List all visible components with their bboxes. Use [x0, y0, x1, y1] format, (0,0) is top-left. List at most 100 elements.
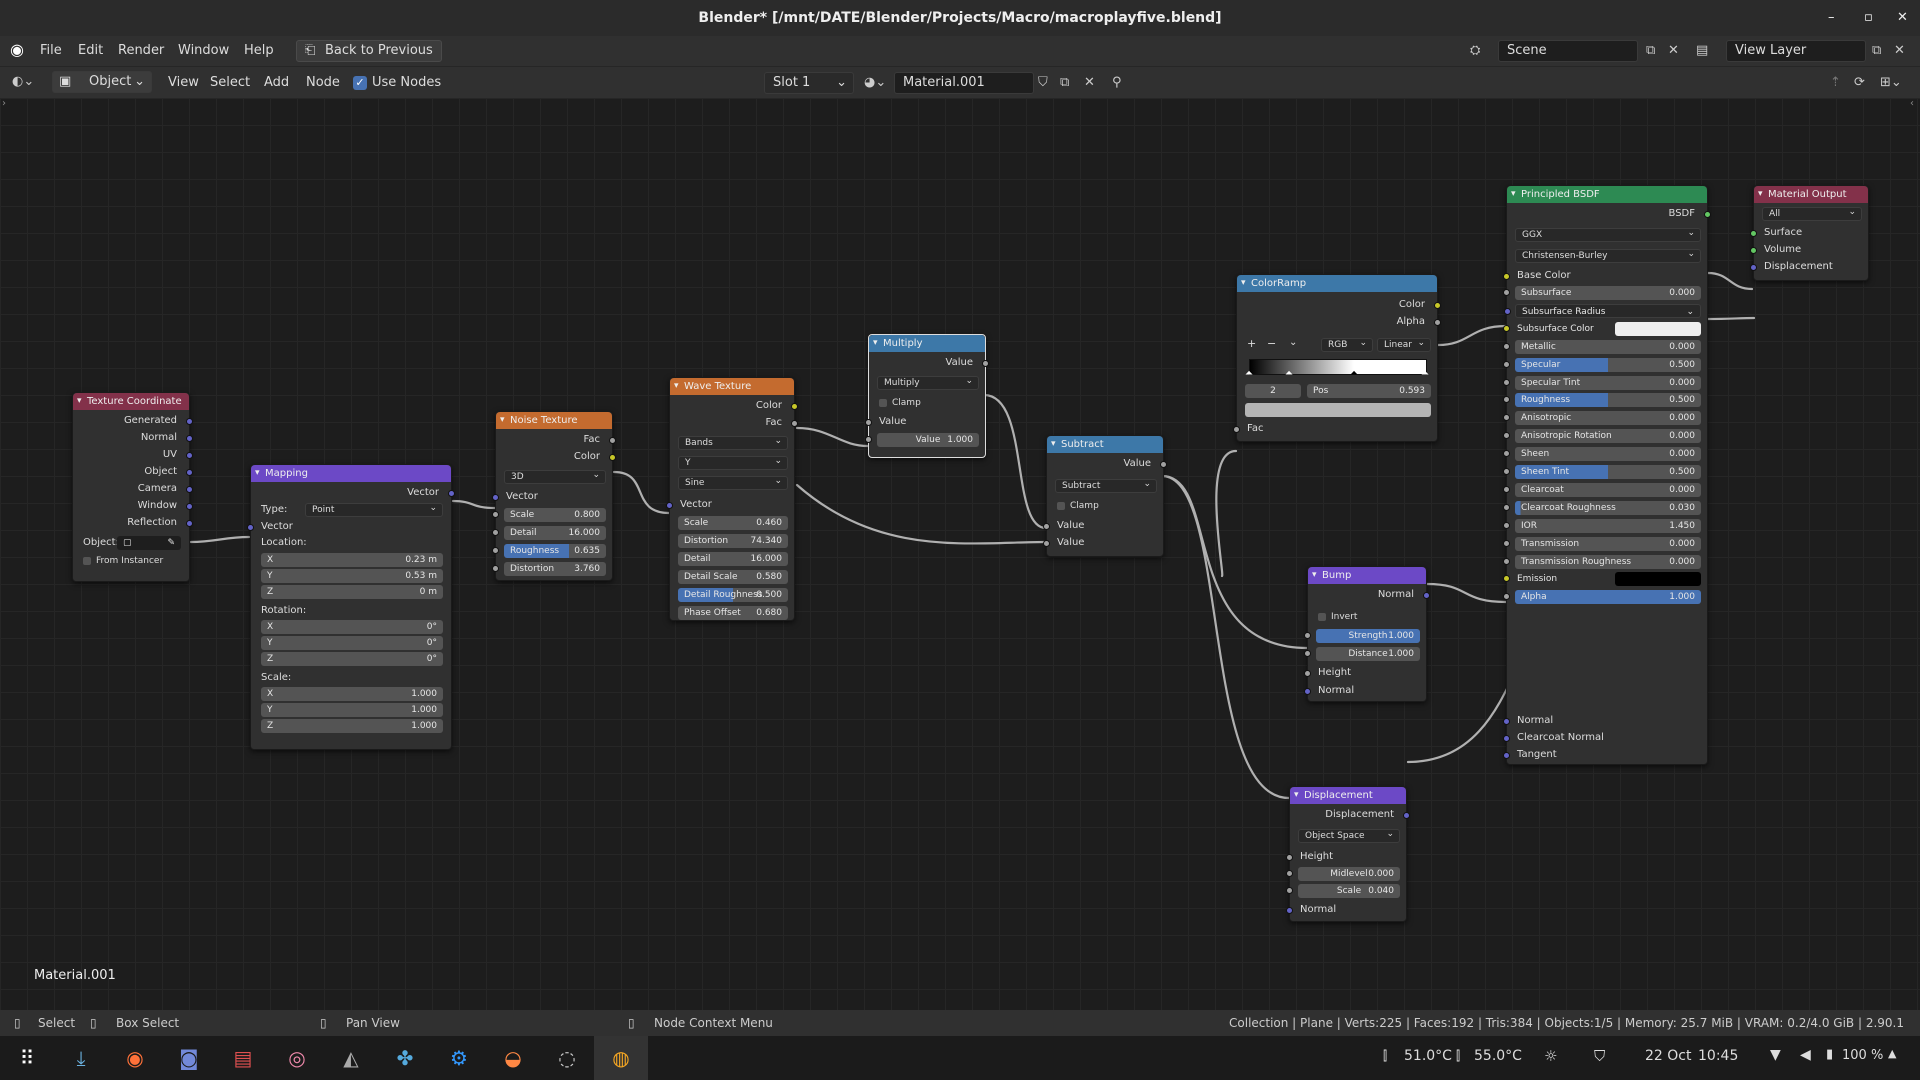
principled-bsdf-node[interactable]: Principled BSDF BSDF GGX Christensen-Bur… [1503, 185, 1711, 765]
socket[interactable] [791, 403, 798, 410]
menu-file[interactable]: File [32, 36, 70, 66]
bsdf-input-subsurface-radius[interactable]: Subsurface Radius ⌄ [1504, 303, 1701, 318]
socket[interactable] [1304, 650, 1311, 657]
wave-type-dropdown[interactable]: Bands [678, 435, 788, 450]
multiply-value-field[interactable]: Value 1.000 [865, 433, 979, 447]
gimp-icon[interactable]: ◭ [324, 1036, 378, 1080]
bsdf-input-roughness[interactable]: Roughness 0.500 [1503, 393, 1701, 408]
noise-dimensions-dropdown[interactable]: 3D [504, 469, 606, 484]
maximize-icon[interactable]: ▫ [1864, 0, 1873, 36]
view-layer-icon[interactable]: ▤ [1696, 40, 1708, 62]
socket[interactable] [1503, 273, 1510, 280]
tray-expand-icon[interactable]: ▲ [1888, 1047, 1896, 1060]
from-instancer-checkbox[interactable]: From Instancer [83, 555, 163, 567]
bsdf-input-subsurface[interactable]: Subsurface 0.000 [1503, 286, 1701, 300]
noise-distortion-field[interactable]: Distortion 3.760 [492, 562, 606, 576]
rotation-z-field[interactable]: Z 0° [261, 652, 443, 666]
socket[interactable] [791, 420, 798, 427]
material-browse-icon[interactable]: ◕⌄ [864, 72, 886, 94]
socket[interactable] [666, 502, 673, 509]
wave-texture-node[interactable]: Wave Texture Color Fac Bands Y Sine Vect… [666, 377, 798, 621]
wave-direction-dropdown[interactable]: Y [678, 455, 788, 470]
midlevel-field[interactable]: Midlevel 0.000 [1286, 867, 1400, 881]
bsdf-input-clearcoat-roughness[interactable]: Clearcoat Roughness 0.030 [1503, 500, 1701, 515]
object-mode-dropdown[interactable]: ▣ Object ⌄ [52, 71, 152, 93]
socket[interactable] [1503, 450, 1510, 458]
socket[interactable] [1423, 592, 1430, 599]
noise-scale-field[interactable]: Scale 0.800 [492, 508, 606, 522]
minimize-icon[interactable]: – [1828, 0, 1835, 36]
socket[interactable] [1304, 632, 1311, 639]
notes-icon[interactable]: ◒ [486, 1036, 540, 1080]
socket[interactable] [1503, 521, 1510, 529]
mapping-node[interactable]: Mapping Vector Type: Point Vector Locati… [247, 464, 455, 750]
noise-detail-field[interactable]: Detail 16.000 [492, 526, 606, 540]
davinci-resolve-icon[interactable]: ✤ [378, 1036, 432, 1080]
bsdf-input-specular-tint[interactable]: Specular Tint 0.000 [1503, 375, 1701, 390]
socket[interactable] [186, 503, 193, 510]
socket[interactable] [1503, 735, 1510, 742]
parent-node-tree-icon[interactable]: ⇡ [1830, 72, 1841, 94]
texture-coordinate-node[interactable]: Texture Coordinate Generated Normal UV O… [72, 392, 193, 582]
subtract-math-node[interactable]: Subtract Value Subtract Clamp Value Valu… [1043, 435, 1167, 557]
socket[interactable] [1503, 575, 1510, 583]
disp-scale-field[interactable]: Scale 0.040 [1286, 884, 1400, 898]
bsdf-input-transmission[interactable]: Transmission 0.000 [1503, 536, 1701, 551]
wave-phase-offset-field[interactable]: Phase Offset 0.680 [678, 606, 788, 620]
bsdf-input-sheen-tint[interactable]: Sheen Tint 0.500 [1503, 465, 1701, 479]
ramp-stop-active-icon[interactable]: ⏶ [1350, 368, 1358, 379]
menu-add[interactable]: Add [256, 68, 297, 98]
slot-dropdown[interactable]: Slot 1 ⌄ [764, 72, 854, 94]
socket[interactable] [1503, 468, 1510, 475]
bsdf-input-specular[interactable]: Specular 0.500 [1503, 357, 1701, 372]
add-stop-icon[interactable]: + [1247, 337, 1256, 350]
color-mode-dropdown[interactable]: RGB [1321, 337, 1373, 352]
socket[interactable] [609, 437, 616, 444]
remove-stop-icon[interactable]: − [1267, 337, 1276, 350]
socket[interactable] [1304, 670, 1311, 677]
files-icon[interactable]: ▤ [216, 1036, 270, 1080]
scene-icon[interactable]: ⛭ [1470, 40, 1480, 62]
socket[interactable] [1503, 378, 1510, 386]
eyedropper-icon[interactable]: ✎ [167, 536, 175, 550]
socket[interactable] [186, 469, 193, 476]
clamp-checkbox[interactable]: Clamp [879, 397, 921, 409]
monitor-icon[interactable]: ☼ [1544, 1047, 1557, 1065]
downloads-icon[interactable]: ⤓ [54, 1036, 108, 1080]
socket[interactable] [1503, 593, 1510, 601]
tray-time[interactable]: 10:45 [1698, 1048, 1738, 1064]
scene-remove-icon[interactable]: ✕ [1668, 40, 1679, 62]
color-picker-icon[interactable]: ◎ [270, 1036, 324, 1080]
clamp-checkbox[interactable]: Clamp [1057, 500, 1099, 512]
math-operation-dropdown[interactable]: Subtract [1055, 478, 1157, 493]
socket[interactable] [1750, 264, 1757, 271]
socket[interactable] [1160, 461, 1167, 468]
socket[interactable] [1043, 523, 1050, 530]
firefox-icon[interactable]: ◉ [108, 1036, 162, 1080]
socket[interactable] [1503, 396, 1510, 404]
socket[interactable] [1503, 752, 1510, 759]
duplicate-material-icon[interactable]: ⧉ [1060, 72, 1069, 94]
bsdf-input-transmission-roughness[interactable]: Transmission Roughness 0.000 [1503, 554, 1701, 569]
socket[interactable] [186, 418, 193, 425]
socket[interactable] [1503, 289, 1510, 296]
bsdf-input-ior[interactable]: IOR 1.450 [1503, 518, 1701, 533]
bump-node[interactable]: Bump Normal Invert Strength1.000 Distanc… [1304, 566, 1430, 702]
socket[interactable] [492, 511, 499, 518]
socket[interactable] [1286, 854, 1293, 861]
scene-field[interactable]: Scene [1498, 40, 1638, 62]
socket[interactable] [1233, 426, 1240, 433]
socket[interactable] [492, 494, 499, 501]
overlay-grid-icon[interactable]: ⊞⌄ [1880, 72, 1902, 94]
color-swatch[interactable] [1615, 572, 1701, 587]
blender-logo-icon[interactable]: ◉ [10, 40, 24, 59]
socket[interactable] [1503, 718, 1510, 725]
distribution-dropdown[interactable]: GGX [1515, 227, 1701, 242]
socket[interactable] [247, 524, 254, 531]
math-operation-dropdown[interactable]: Multiply [877, 375, 979, 390]
wifi-icon[interactable]: ▼ [1770, 1047, 1781, 1063]
socket[interactable] [1503, 503, 1510, 511]
wave-detail-roughness-field[interactable]: Detail Roughness 0.500 [678, 588, 788, 602]
socket[interactable] [1434, 319, 1441, 326]
menu-render[interactable]: Render [110, 36, 172, 66]
